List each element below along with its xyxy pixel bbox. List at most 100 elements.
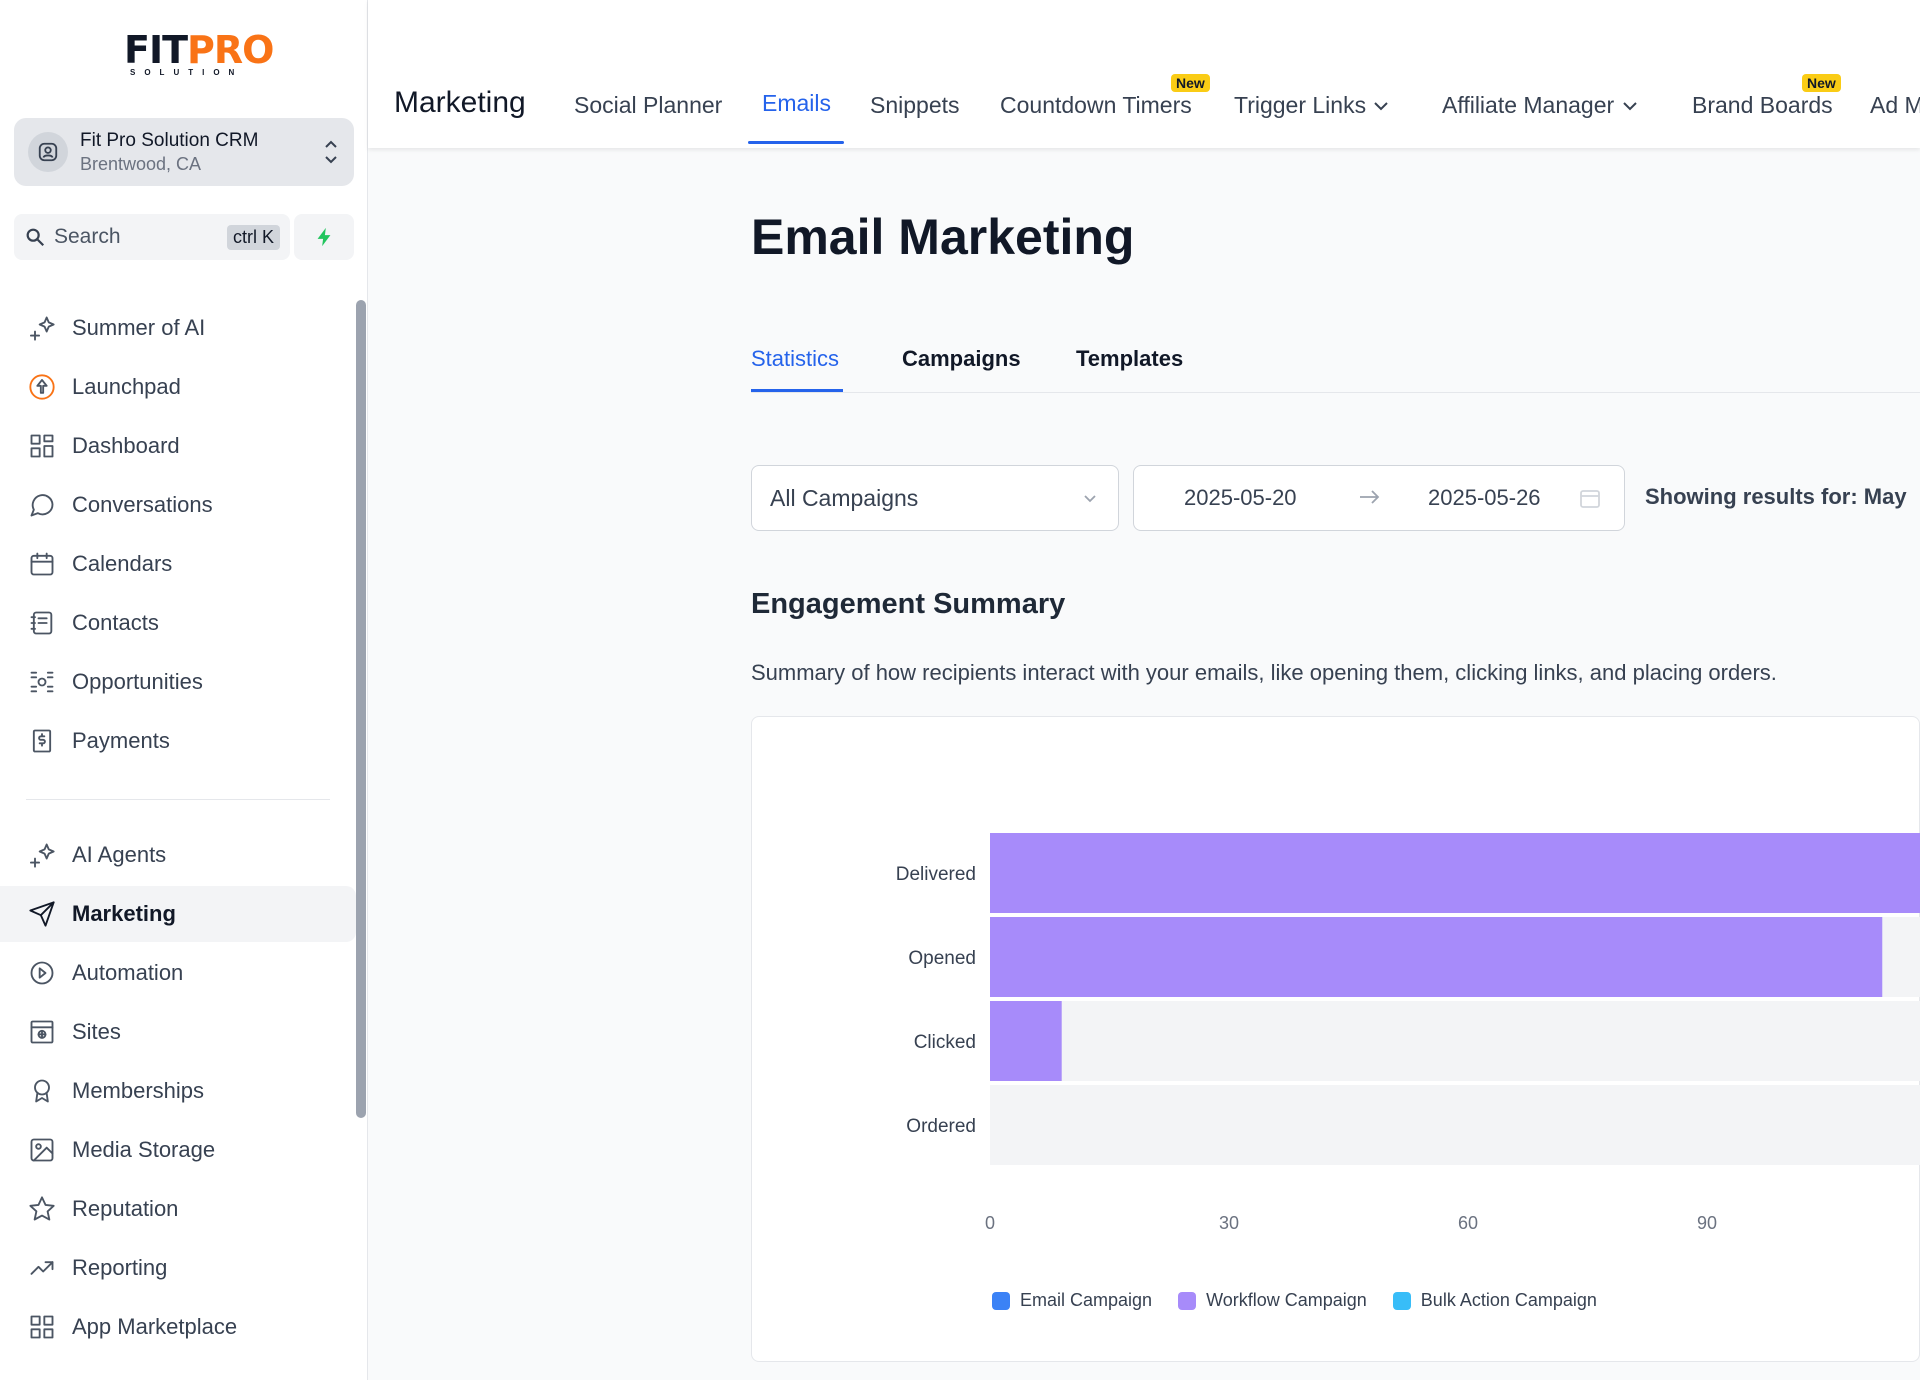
search-shortcut: ctrl K [226,224,280,250]
search-input[interactable]: Search ctrl K [14,214,290,260]
grid-icon [26,430,58,462]
tab-brand-boards[interactable]: Brand Boards [1692,92,1833,119]
tab-emails[interactable]: Emails [762,90,831,117]
sparkles-icon [26,312,58,344]
account-avatar [28,132,68,172]
sidebar-item-label: Automation [72,960,184,985]
sidebar-item-label: Opportunities [72,669,203,694]
legend-item[interactable]: Bulk Action Campaign [1392,1290,1597,1311]
date-to[interactable]: 2025-05-26 [1428,485,1541,511]
chevron-down-icon [1366,92,1390,118]
chevron-down-icon [1084,495,1096,503]
tab-snippets[interactable]: Snippets [870,92,960,119]
quick-actions-button[interactable] [294,214,354,260]
tab-label: Affiliate Manager [1442,92,1615,118]
sidebar-item-conversations[interactable]: Conversations [0,477,356,533]
sidebar-item-app-marketplace[interactable]: App Marketplace [0,1299,356,1355]
subtab-active-underline [751,389,843,392]
legend-label: Email Campaign [1020,1290,1153,1310]
legend-item[interactable]: Email Campaign [992,1290,1152,1311]
calendar-icon [1580,490,1600,508]
bar-delivered-1[interactable] [990,833,1920,913]
sidebar-item-label: Summer of AI [72,315,206,340]
module-title: Marketing [394,86,526,119]
sidebar-item-label: Payments [72,728,170,753]
bar-clicked-1[interactable] [990,1001,1062,1081]
calendar-icon [26,548,58,580]
sidebar-item-sites[interactable]: Sites [0,1004,356,1060]
rocket-icon [26,371,58,403]
sidebar-item-label: App Marketplace [72,1314,238,1339]
sidebar-item-summer-of-ai[interactable]: Summer of AI [0,300,356,356]
send-icon [26,898,58,930]
sidebar-divider [26,799,330,800]
sidebar-item-reporting[interactable]: Reporting [0,1240,356,1296]
tab-label: Countdown Timers [1000,92,1192,118]
sidebar-item-label: Calendars [72,551,173,576]
x-tick-label: 30 [1219,1213,1239,1233]
sidebar-item-label: Conversations [72,492,213,517]
sidebar-item-media-storage[interactable]: Media Storage [0,1122,356,1178]
date-from[interactable]: 2025-05-20 [1184,485,1297,511]
sidebar-item-marketing[interactable]: Marketing [0,886,356,942]
sites-icon [26,1016,58,1048]
tab-ad-m[interactable]: Ad M [1870,92,1920,119]
sidebar-item-automation[interactable]: Automation [0,945,356,1001]
logo-sub: SOLUTION [130,68,244,77]
sidebar-item-contacts[interactable]: Contacts [0,595,356,651]
sidebar-item-reputation[interactable]: Reputation [0,1181,356,1237]
sidebar-item-label: Contacts [72,610,159,635]
sidebar-item-launchpad[interactable]: Launchpad [0,359,356,415]
logo-fit: FIT [124,28,188,72]
legend-item[interactable]: Workflow Campaign [1178,1290,1367,1311]
new-badge: New [1171,74,1210,92]
sidebar-item-label: Media Storage [72,1137,216,1162]
fitpro-logo[interactable]: FITPRO SOLUTION [124,28,274,82]
campaign-select[interactable]: All Campaigns [751,465,1119,531]
date-range-picker[interactable]: 2025-05-20 2025-05-26 [1133,465,1625,531]
tab-social-planner[interactable]: Social Planner [574,92,722,119]
new-badge: New [1802,74,1841,92]
bar-opened-1[interactable] [990,917,1883,997]
tab-affiliate-manager[interactable]: Affiliate Manager [1442,92,1639,119]
chevron-updown-icon [325,140,337,164]
subtab-statistics[interactable]: Statistics [751,346,839,372]
chat-icon [26,489,58,521]
category-label: Ordered [906,1116,976,1137]
category-label: Opened [908,948,976,969]
sidebar-item-label: Reporting [72,1255,168,1280]
x-tick-label: 0 [985,1213,995,1233]
tab-countdown-timers[interactable]: Countdown Timers [1000,92,1192,119]
sidebar-item-label: Reputation [72,1196,179,1221]
category-label: Clicked [914,1032,976,1053]
sidebar-item-payments[interactable]: Payments [0,713,356,769]
tab-label: Social Planner [574,92,723,118]
sidebar-item-dashboard[interactable]: Dashboard [0,418,356,474]
subtab-campaigns[interactable]: Campaigns [902,346,1021,372]
chart-legend: Email Campaign Workflow Campaign Bulk Acti… [992,1290,1623,1311]
image-icon [26,1134,58,1166]
sidebar-scrollbar[interactable] [356,300,366,1118]
sidebar-item-label: Dashboard [72,433,180,458]
search-icon [26,228,45,247]
results-range-text: Showing results for: May [1645,484,1907,509]
search-label: Search [54,225,121,248]
trend-icon [26,1252,58,1284]
tab-trigger-links[interactable]: Trigger Links [1234,92,1390,119]
sidebar-item-opportunities[interactable]: Opportunities [0,654,356,710]
sidebar-item-ai-agents[interactable]: AI Agents [0,827,356,883]
subtab-templates[interactable]: Templates [1076,346,1183,372]
tab-label: Snippets [870,92,960,118]
legend-swatch [992,1291,1010,1310]
legend-swatch [1392,1291,1411,1310]
tab-label: Brand Boards [1692,92,1833,118]
tab-label: Emails [762,90,832,116]
section-title: Engagement Summary [751,588,1066,620]
sidebar-item-memberships[interactable]: Memberships [0,1063,356,1119]
account-switcher[interactable]: Fit Pro Solution CRM Brentwood, CA [14,118,354,186]
sidebar-item-calendars[interactable]: Calendars [0,536,356,592]
engagement-bar-chart: Delivered Opened Clicked Ordered 0 30 60 90 [896,833,1920,1233]
sparkles-icon [26,839,58,871]
bar-track [990,1001,1920,1081]
bar-track [990,1085,1920,1165]
